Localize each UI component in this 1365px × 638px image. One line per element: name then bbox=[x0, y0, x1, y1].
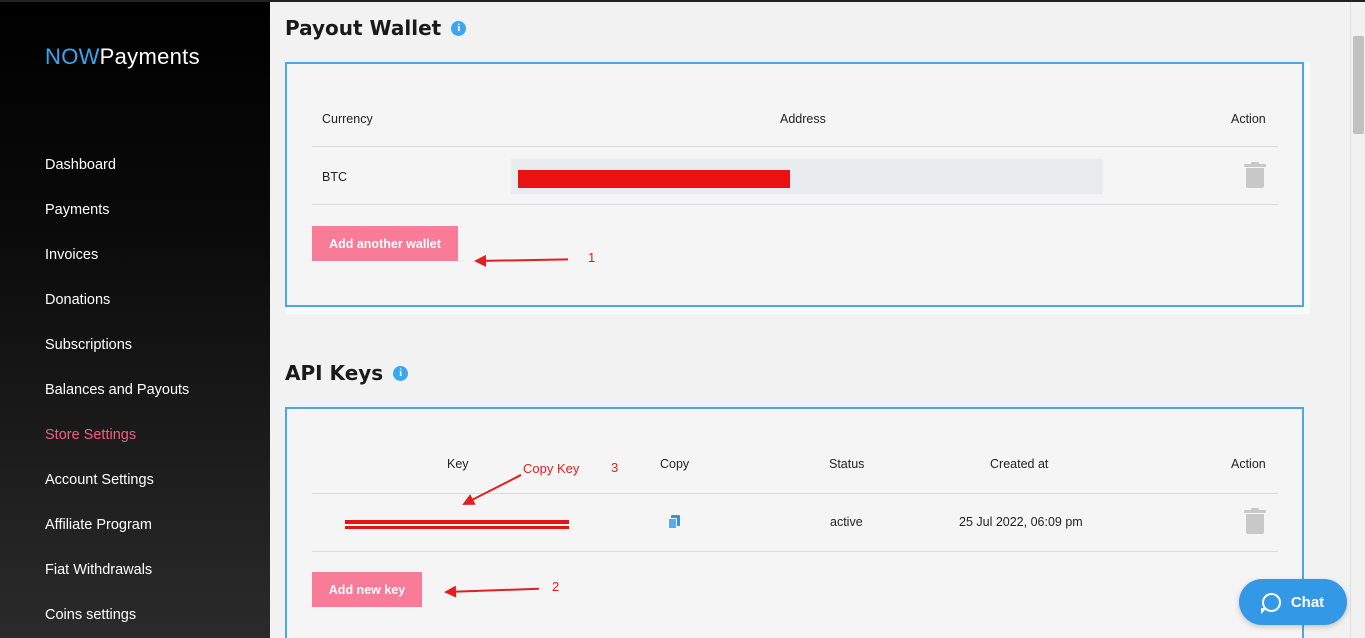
sidebar-item-payments[interactable]: Payments bbox=[45, 200, 189, 245]
column-header-currency: Currency bbox=[322, 112, 373, 126]
annotation-3: 3 bbox=[611, 460, 619, 475]
redaction-mark bbox=[345, 526, 569, 529]
sidebar: NOWPayments Dashboard Payments Invoices … bbox=[0, 2, 270, 638]
column-header-key: Key bbox=[447, 457, 469, 471]
copy-icon[interactable] bbox=[668, 515, 681, 529]
scrollbar-thumb[interactable] bbox=[1353, 36, 1364, 134]
divider bbox=[312, 204, 1278, 205]
redaction-mark bbox=[518, 170, 790, 188]
brand-now: NOW bbox=[45, 44, 100, 69]
info-icon[interactable]: i bbox=[393, 365, 409, 381]
sidebar-item-affiliate-program[interactable]: Affiliate Program bbox=[45, 515, 189, 560]
sidebar-item-account-settings[interactable]: Account Settings bbox=[45, 470, 189, 515]
divider bbox=[312, 146, 1278, 147]
divider bbox=[312, 551, 1278, 552]
sidebar-item-donations[interactable]: Donations bbox=[45, 290, 189, 335]
sidebar-item-coins-settings[interactable]: Coins settings bbox=[45, 605, 189, 638]
delete-wallet-trash-icon[interactable] bbox=[1244, 162, 1266, 188]
payout-wallet-card: Currency Address Action BTC Add another … bbox=[285, 62, 1304, 307]
sidebar-item-dashboard[interactable]: Dashboard bbox=[45, 155, 189, 200]
sidebar-nav: Dashboard Payments Invoices Donations Su… bbox=[45, 155, 189, 638]
add-new-key-button[interactable]: Add new key bbox=[312, 572, 422, 607]
payout-wallet-heading: Payout Wallet i bbox=[285, 16, 467, 40]
api-key-status: active bbox=[830, 515, 863, 529]
chat-label: Chat bbox=[1290, 593, 1325, 611]
annotation-2: 2 bbox=[552, 579, 560, 594]
divider bbox=[312, 493, 1278, 494]
column-header-address: Address bbox=[780, 112, 826, 126]
wallet-currency: BTC bbox=[322, 170, 347, 184]
api-key-created-at: 25 Jul 2022, 06:09 pm bbox=[959, 515, 1083, 529]
page-scrollbar[interactable] bbox=[1350, 2, 1365, 638]
main-content: Payout Wallet i Currency Address Action … bbox=[270, 2, 1350, 638]
column-header-action: Action bbox=[1231, 457, 1266, 471]
info-icon[interactable]: i bbox=[451, 20, 467, 36]
add-another-wallet-button[interactable]: Add another wallet bbox=[312, 226, 458, 261]
brand-logo[interactable]: NOWPayments bbox=[45, 44, 200, 70]
column-header-action: Action bbox=[1231, 112, 1266, 126]
sidebar-item-subscriptions[interactable]: Subscriptions bbox=[45, 335, 189, 380]
column-header-status: Status bbox=[829, 457, 865, 471]
api-keys-heading: API Keys i bbox=[285, 361, 409, 385]
column-header-copy: Copy bbox=[660, 457, 690, 471]
column-header-created-at: Created at bbox=[990, 457, 1049, 471]
annotation-1: 1 bbox=[588, 250, 596, 265]
brand-payments: Payments bbox=[99, 44, 200, 69]
sidebar-item-fiat-withdrawals[interactable]: Fiat Withdrawals bbox=[45, 560, 189, 605]
chat-bubble-icon bbox=[1260, 592, 1281, 614]
chat-button[interactable]: Chat bbox=[1239, 579, 1347, 625]
annotation-copy-key: Copy Key bbox=[523, 461, 580, 476]
api-keys-title: API Keys bbox=[285, 361, 384, 385]
sidebar-item-invoices[interactable]: Invoices bbox=[45, 245, 189, 290]
sidebar-item-balances-payouts[interactable]: Balances and Payouts bbox=[45, 380, 189, 425]
api-keys-card: Key Copy Status Created at Action active… bbox=[285, 407, 1304, 638]
payout-wallet-title: Payout Wallet bbox=[285, 16, 442, 40]
delete-key-trash-icon[interactable] bbox=[1244, 508, 1266, 534]
redaction-mark bbox=[345, 520, 569, 524]
sidebar-item-store-settings[interactable]: Store Settings bbox=[45, 425, 189, 470]
